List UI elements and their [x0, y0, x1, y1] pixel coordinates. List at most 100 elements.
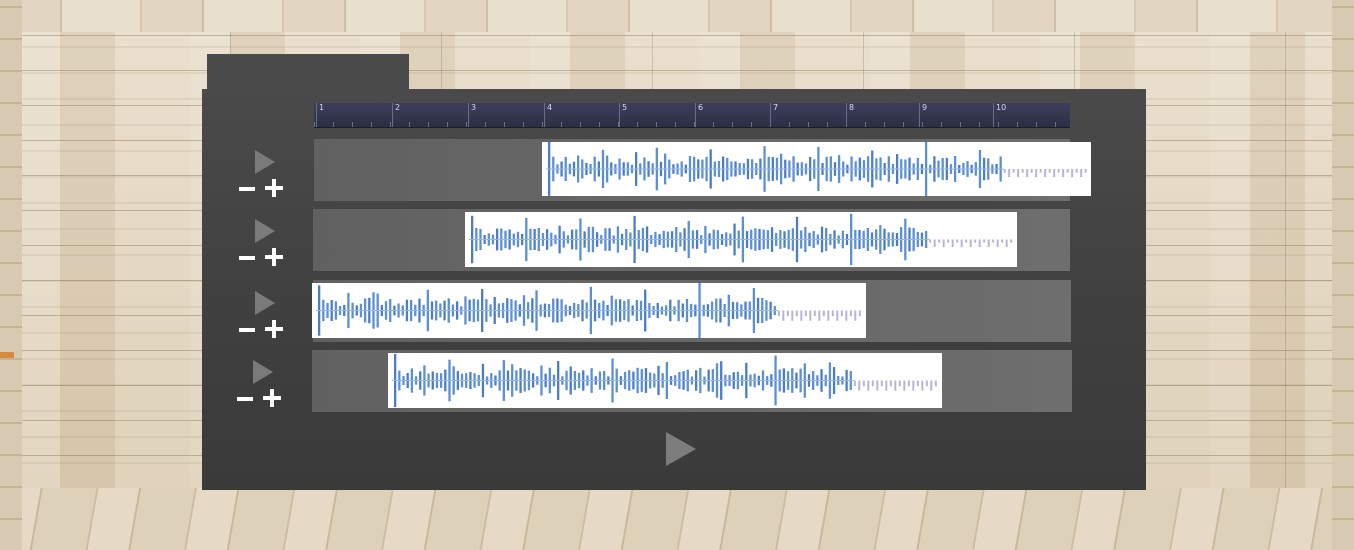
waveform-tail-bar: [1044, 169, 1047, 178]
waveform-tail-bar: [978, 239, 981, 248]
ruler-label: 6: [698, 103, 704, 112]
waveform-tail-bar: [921, 380, 924, 391]
volume-up-icon[interactable]: [265, 179, 283, 197]
left-wall: [0, 0, 22, 550]
waveform: [546, 142, 1087, 196]
waveform-tail-bar: [853, 380, 856, 387]
waveform-tail-bar: [1026, 169, 1029, 178]
waveform-tail-bar: [916, 380, 919, 387]
waveform-tail-bar: [1003, 169, 1006, 173]
ruler-label: 9: [922, 103, 928, 112]
waveform-tail-bar: [930, 380, 933, 391]
right-wall: [1332, 0, 1354, 550]
waveform-tail-bar: [836, 310, 839, 321]
waveform-tail-bar: [996, 239, 999, 248]
master-play-icon[interactable]: [666, 432, 696, 466]
volume-up-icon[interactable]: [265, 320, 283, 338]
waveform-tail-bar: [942, 239, 945, 248]
waveform-tail-bar: [1071, 169, 1074, 178]
waveform-tail-bar: [1075, 169, 1078, 173]
waveform: [392, 353, 937, 408]
audio-clip[interactable]: [542, 142, 1091, 196]
waveform-tail-bar: [938, 239, 941, 243]
waveform-tail-bar: [1030, 169, 1033, 173]
waveform-tail-bar: [983, 239, 986, 243]
waveform-tail-bar: [858, 380, 861, 391]
wall-peg: [0, 352, 14, 358]
waveform-tail-bar: [791, 310, 794, 321]
waveform-tail-bar: [777, 310, 780, 317]
waveform-tail-bar: [992, 239, 995, 243]
waveform-tail-bar: [1001, 239, 1004, 243]
waveform-tail-bar: [885, 380, 888, 391]
waveform-tail-bar: [974, 239, 977, 243]
audio-clip[interactable]: [312, 283, 866, 338]
ruler-label: 7: [773, 103, 779, 112]
waveform-tail-bar: [1084, 169, 1087, 173]
volume-down-icon[interactable]: [239, 181, 255, 197]
waveform: [316, 283, 861, 338]
waveform-tail-bar: [1021, 169, 1024, 173]
panel-tab: [207, 54, 409, 94]
waveform-tail-bar: [987, 239, 990, 248]
ruler-line: [392, 103, 393, 127]
waveform-tail-bar: [800, 310, 803, 321]
waveform-tail-bar: [1053, 169, 1056, 178]
waveform-tail-bar: [813, 310, 816, 317]
waveform-tail-bar: [782, 310, 785, 321]
track-play-icon[interactable]: [255, 219, 275, 243]
timeline-ruler[interactable]: 1 2 3 4 5 6 7 8 9 10: [314, 103, 1070, 128]
waveform-tail-bar: [1008, 169, 1011, 178]
waveform-tail-bar: [818, 310, 821, 321]
volume-up-icon[interactable]: [265, 248, 283, 266]
track-controls: [239, 146, 299, 208]
ruler-line: [695, 103, 696, 127]
audio-clip[interactable]: [388, 353, 942, 408]
track-controls: [239, 287, 299, 349]
waveform-tail-bar: [894, 380, 897, 391]
ruler-label: 10: [996, 103, 1007, 112]
waveform-tail-bar: [849, 310, 852, 317]
waveform-tail-bar: [1062, 169, 1065, 178]
ruler-line: [619, 103, 620, 127]
ruler-line: [993, 103, 994, 127]
waveform-tail-bar: [840, 310, 843, 317]
ruler-label: 4: [547, 103, 553, 112]
waveform-tail-bar: [871, 380, 874, 387]
waveform-tail-bar: [925, 380, 928, 387]
track-controls: [237, 356, 297, 418]
waveform-tail-bar: [960, 239, 963, 248]
waveform-tail-bar: [965, 239, 968, 243]
volume-up-icon[interactable]: [263, 389, 281, 407]
waveform-tail-bar: [969, 239, 972, 248]
waveform-tail-bar: [912, 380, 915, 391]
waveform-tail-bar: [827, 310, 830, 321]
volume-down-icon[interactable]: [237, 391, 253, 407]
waveform-tail-bar: [956, 239, 959, 243]
waveform-tail-bar: [1012, 169, 1015, 173]
track-play-icon[interactable]: [255, 291, 275, 315]
ruler-label: 5: [622, 103, 628, 112]
waveform-tail-bar: [1080, 169, 1083, 178]
volume-down-icon[interactable]: [239, 250, 255, 266]
waveform-tail-bar: [933, 239, 936, 248]
track-play-icon[interactable]: [253, 360, 273, 384]
ruler-line: [846, 103, 847, 127]
waveform-tail-bar: [1066, 169, 1069, 173]
ruler-ticks: [314, 122, 1070, 127]
ruler-line: [544, 103, 545, 127]
waveform-tail-bar: [795, 310, 798, 317]
volume-down-icon[interactable]: [239, 322, 255, 338]
waveform-tail-bar: [889, 380, 892, 387]
ruler-line: [316, 103, 317, 127]
waveform-tail-bar: [809, 310, 812, 321]
waveform-tail-bar: [867, 380, 870, 391]
audio-clip[interactable]: [465, 212, 1017, 267]
ruler-line: [468, 103, 469, 127]
track-play-icon[interactable]: [255, 150, 275, 174]
waveform: [469, 213, 1013, 266]
waveform-tail-bar: [858, 310, 861, 317]
waveform-tail-bar: [947, 239, 950, 243]
waveform-tail-bar: [880, 380, 883, 387]
waveform-tail-bar: [1005, 239, 1008, 248]
